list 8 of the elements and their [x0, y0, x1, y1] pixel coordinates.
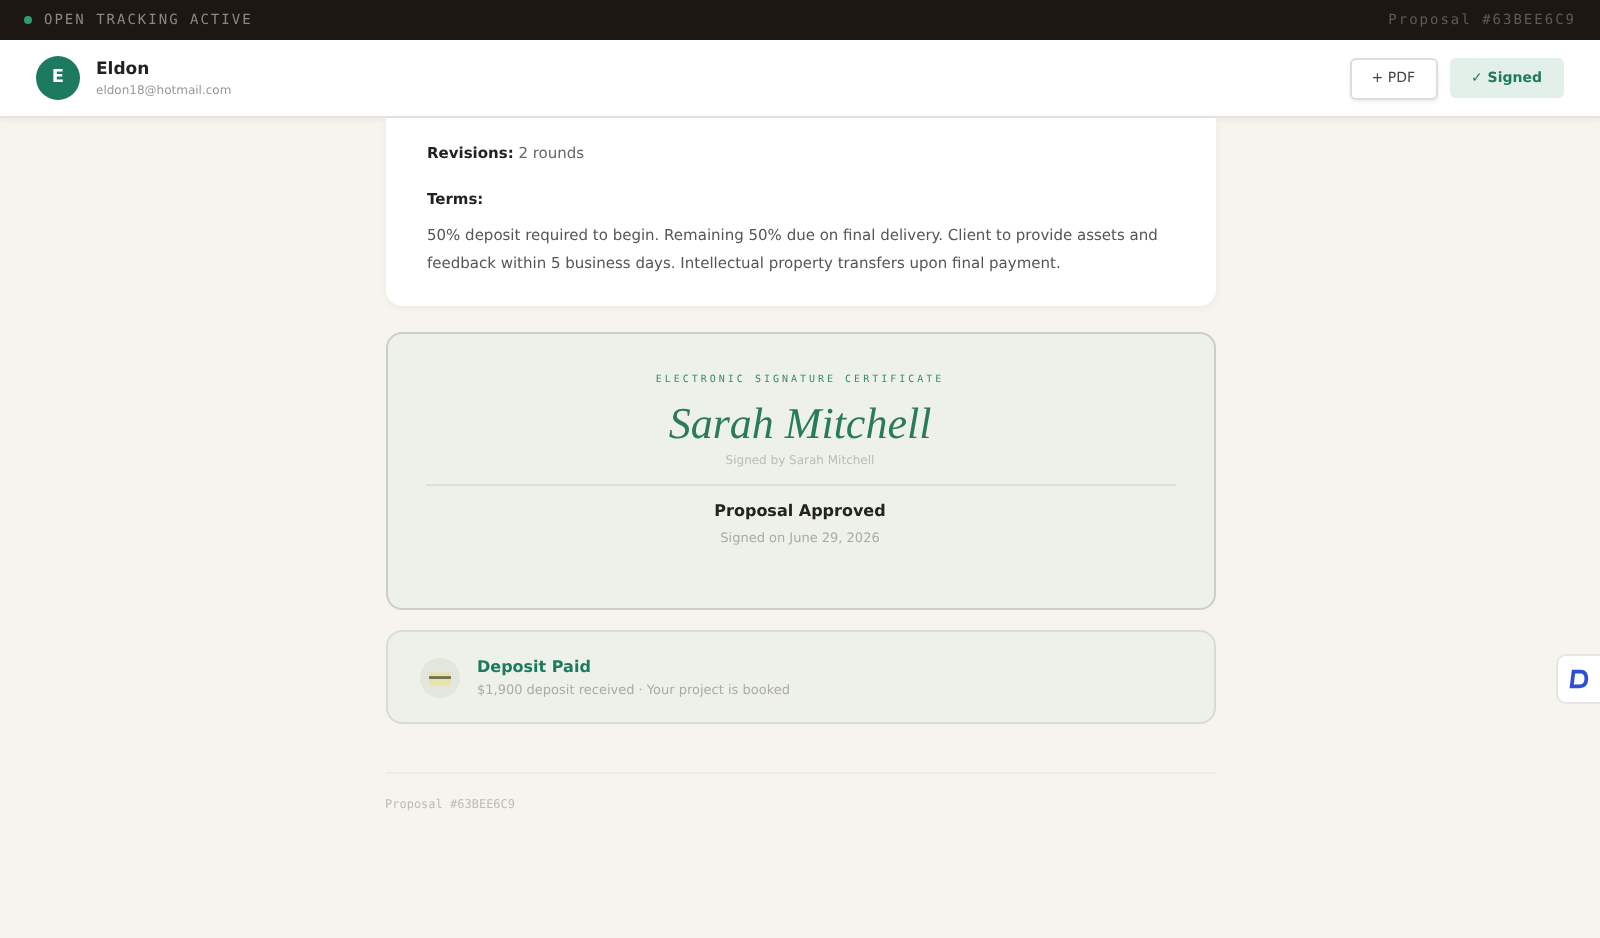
avatar: E [36, 56, 80, 100]
approval-status: Proposal Approved [714, 502, 886, 520]
client-name: Eldon [96, 59, 152, 79]
d-logo-icon [1568, 668, 1590, 690]
deposit-title: Deposit Paid [477, 657, 593, 675]
card-icon [419, 657, 459, 697]
chat-widget-button[interactable] [1556, 654, 1600, 704]
signature: Sarah Mitchell [668, 398, 932, 450]
